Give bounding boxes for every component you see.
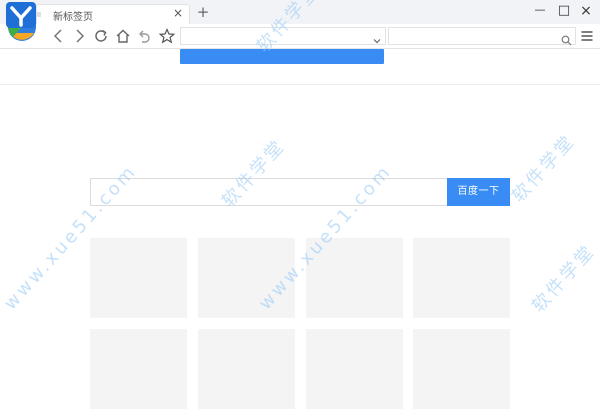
undo-icon[interactable] xyxy=(136,27,154,45)
content-divider xyxy=(0,84,600,85)
tab-title: 新标签页 xyxy=(53,12,93,23)
maximize-button[interactable]: □ xyxy=(556,3,572,19)
tab-close-icon[interactable]: × xyxy=(171,6,185,20)
app-logo-icon xyxy=(0,0,46,44)
quick-access-tile[interactable] xyxy=(306,238,403,318)
back-icon[interactable] xyxy=(50,27,68,45)
window-close-button[interactable]: × xyxy=(578,3,594,19)
star-icon[interactable] xyxy=(158,27,176,45)
toolbar-search-input[interactable] xyxy=(391,29,551,43)
tab-new-tab[interactable]: 新标签页 × xyxy=(36,4,190,24)
navigation-bar xyxy=(0,24,600,49)
chevron-down-icon[interactable] xyxy=(372,31,382,44)
toolbar-search-bar[interactable] xyxy=(388,27,576,46)
menu-icon[interactable] xyxy=(580,28,594,42)
quick-access-tile[interactable] xyxy=(198,238,295,318)
search-box[interactable] xyxy=(90,178,448,206)
search-button[interactable]: 百度一下 xyxy=(447,178,510,206)
quick-access-tile[interactable] xyxy=(198,329,295,409)
progress-bar xyxy=(180,49,384,64)
quick-access-tile[interactable] xyxy=(90,238,187,318)
address-bar[interactable] xyxy=(180,27,386,45)
quick-access-tile[interactable] xyxy=(306,329,403,409)
forward-icon[interactable] xyxy=(70,27,88,45)
quick-access-tile[interactable] xyxy=(90,329,187,409)
watermark-text: 软件学堂 xyxy=(507,130,580,207)
search-input[interactable] xyxy=(97,184,437,200)
home-icon[interactable] xyxy=(114,27,132,45)
title-bar: 新标签页 × + — □ × xyxy=(0,0,600,24)
new-tab-button[interactable]: + xyxy=(195,4,211,20)
minimize-button[interactable]: — xyxy=(532,3,548,19)
search-icon[interactable] xyxy=(561,31,572,46)
quick-access-tile[interactable] xyxy=(413,329,510,409)
quick-access-tile[interactable] xyxy=(413,238,510,318)
address-input[interactable] xyxy=(183,29,363,43)
watermark-text: 软件学堂 xyxy=(527,240,600,317)
refresh-icon[interactable] xyxy=(92,27,110,45)
